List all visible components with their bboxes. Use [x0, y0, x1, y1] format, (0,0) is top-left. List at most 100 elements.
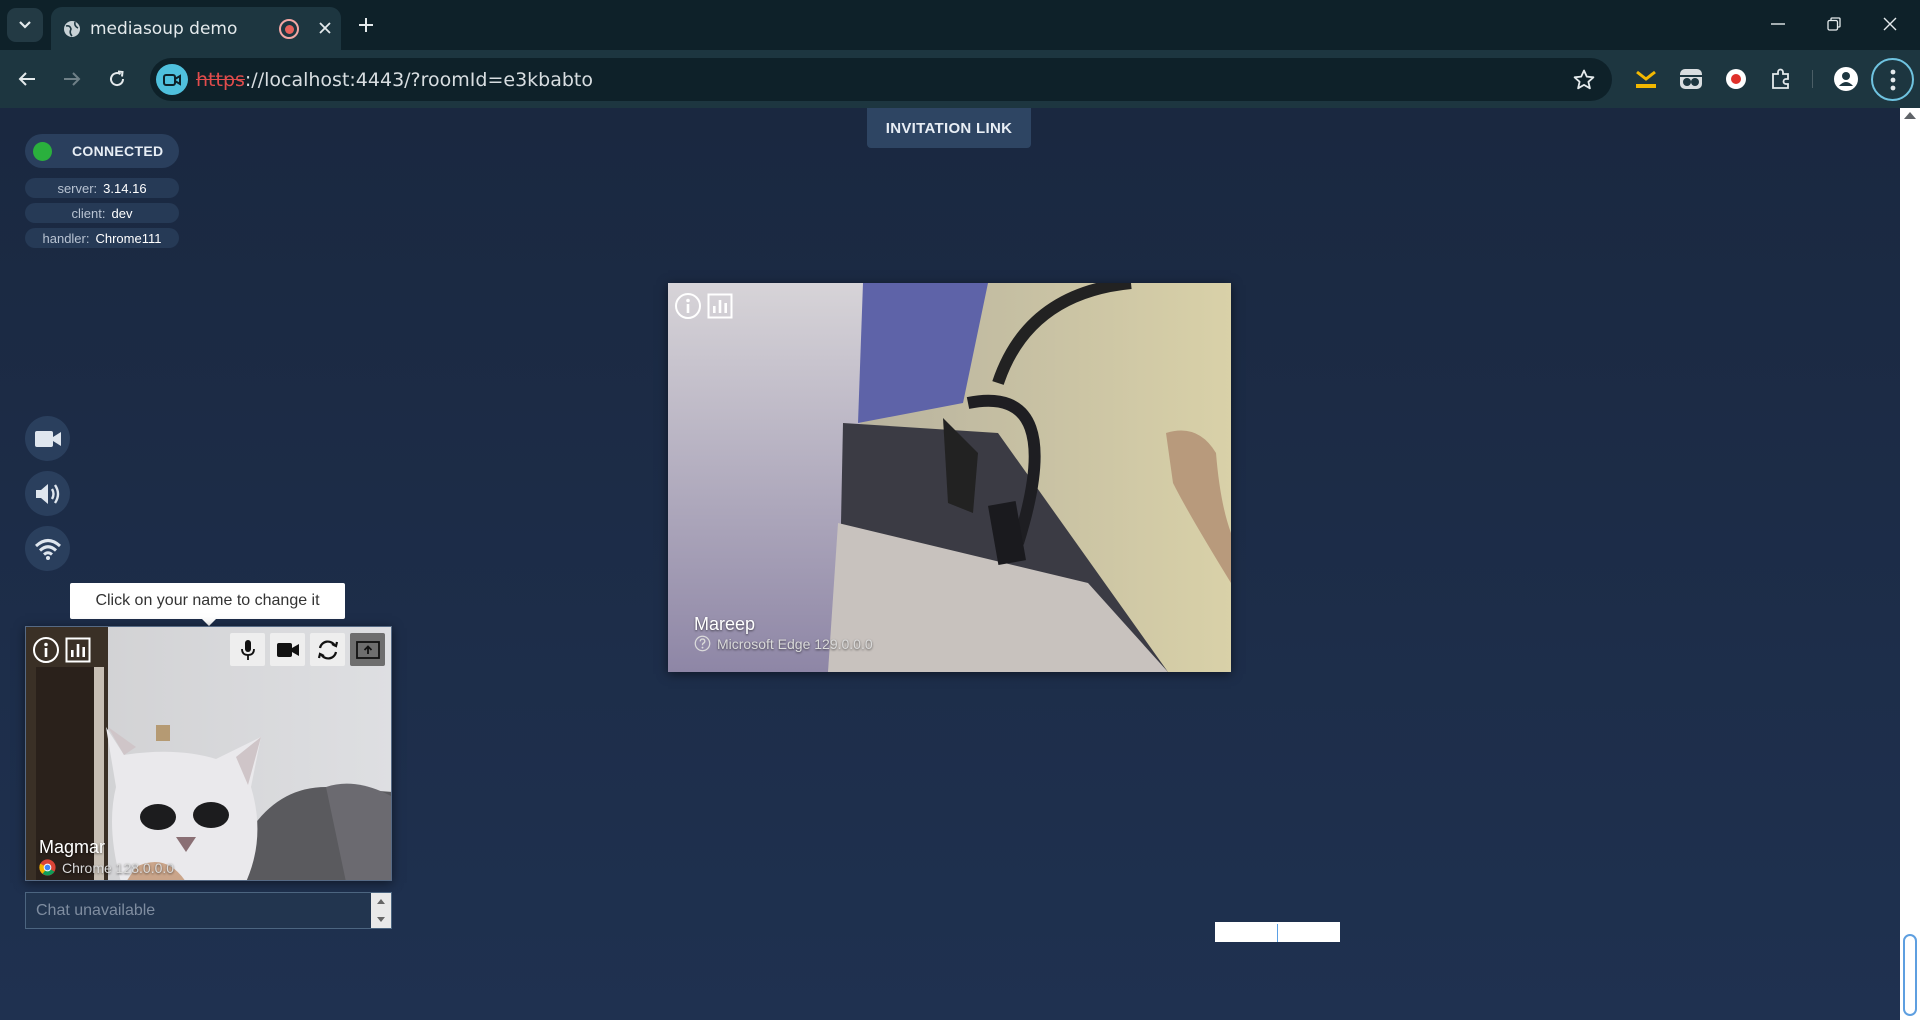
camera-toggle-button[interactable]: [25, 416, 70, 461]
webcam-icon: [276, 642, 299, 657]
caret-up-icon: [377, 899, 385, 905]
stats-button[interactable]: [63, 635, 93, 665]
share-screen-icon: [355, 640, 380, 659]
client-info: client: dev: [25, 203, 179, 223]
profile-button[interactable]: [1832, 65, 1860, 93]
mute-mic-button[interactable]: [230, 633, 265, 666]
remote-peer-browser: Microsoft Edge 129.0.0.0: [717, 635, 873, 652]
stats-button[interactable]: [705, 291, 735, 321]
glasses-extension-icon: [1680, 69, 1702, 89]
url-rest: ://localhost:4443/?roomId=e3kbabto: [244, 69, 593, 91]
close-window-button[interactable]: [1872, 9, 1908, 39]
restore-button[interactable]: [1816, 9, 1852, 39]
arrow-right-icon: [64, 72, 81, 86]
puzzle-icon: [1772, 68, 1789, 89]
remote-peer-name: Mareep: [694, 614, 756, 634]
info-button[interactable]: [673, 291, 703, 321]
switch-camera-icon: [317, 639, 338, 660]
download-extension-icon: [1636, 70, 1656, 88]
address-bar[interactable]: https://localhost:4443/?roomId=e3kbabto: [150, 58, 1612, 101]
camera-icon: [34, 430, 61, 447]
extension-download-button[interactable]: [1632, 65, 1660, 93]
minimize-button[interactable]: [1760, 9, 1796, 39]
caret-down-icon: [377, 916, 385, 922]
kebab-menu-icon: [1890, 69, 1895, 90]
switch-camera-button[interactable]: [310, 633, 345, 666]
browser-menu-button[interactable]: [1871, 58, 1914, 101]
minimize-icon: [1771, 23, 1785, 25]
info-icon: [33, 637, 59, 663]
globe-icon: [64, 21, 80, 37]
toggle-webcam-button[interactable]: [270, 633, 305, 666]
network-stats-button[interactable]: [25, 526, 70, 571]
avatar-icon: [1834, 67, 1858, 91]
speaker-icon: [35, 483, 59, 504]
chat-box: [25, 892, 392, 929]
url-text: https://localhost:4443/?roomId=e3kbabto: [196, 69, 593, 91]
local-peer-user-agent: Chrome 128.0.0.0: [39, 859, 174, 876]
remote-video-tile: Mareep Microsoft Edge 129.0.0.0: [668, 283, 1231, 672]
connection-status-badge: CONNECTED: [25, 134, 179, 168]
info-button[interactable]: [31, 635, 61, 665]
url-scheme: https: [196, 69, 245, 91]
new-tab-button[interactable]: [352, 11, 380, 39]
connection-status-text: CONNECTED: [72, 143, 164, 159]
back-button[interactable]: [12, 64, 42, 94]
restore-icon: [1827, 17, 1841, 31]
stats-chart-icon: [65, 637, 91, 663]
handler-version: Chrome111: [95, 230, 162, 246]
unknown-browser-icon: [694, 635, 711, 652]
share-screen-button[interactable]: [350, 633, 385, 666]
bookmark-star-icon[interactable]: [1572, 68, 1596, 92]
video-camera-icon: [163, 73, 181, 86]
bottom-panel-stub: [1215, 922, 1340, 942]
recording-indicator-icon: [279, 19, 299, 39]
extension-glasses-button[interactable]: [1677, 65, 1705, 93]
local-peer-browser: Chrome 128.0.0.0: [62, 859, 175, 876]
toolbar-separator: [1812, 70, 1813, 88]
extension-record-button[interactable]: [1722, 65, 1750, 93]
handler-info: handler: Chrome111: [25, 228, 179, 248]
info-icon: [675, 293, 701, 319]
chat-input[interactable]: [26, 893, 371, 928]
chat-spinner[interactable]: [371, 893, 391, 928]
connection-status-dot: [33, 142, 52, 161]
client-version: dev: [111, 205, 133, 221]
server-version: 3.14.16: [103, 180, 147, 196]
site-info-button[interactable]: [156, 64, 188, 95]
close-icon: [319, 22, 331, 34]
local-video-tile: Magmar Chrome 128.0.0.0: [25, 626, 392, 881]
chevron-down-icon: [19, 21, 31, 29]
remote-peer-user-agent: Microsoft Edge 129.0.0.0: [694, 635, 873, 652]
arrow-left-icon: [18, 72, 35, 86]
reload-icon: [110, 70, 125, 87]
forward-button[interactable]: [57, 64, 87, 94]
mic-icon: [240, 639, 255, 660]
room-page: INVITATION LINK CONNECTED server: 3.14.1…: [0, 108, 1900, 1020]
tab-search-button[interactable]: [7, 8, 43, 42]
scroll-thumb[interactable]: [1903, 934, 1917, 1016]
close-icon: [1883, 17, 1897, 31]
page-scrollbar[interactable]: [1900, 108, 1920, 1020]
rename-tooltip: Click on your name to change it: [70, 583, 345, 626]
server-info: server: 3.14.16: [25, 178, 179, 198]
browser-toolbar: https://localhost:4443/?roomId=e3kbabto: [0, 50, 1920, 108]
close-tab-button[interactable]: [313, 16, 337, 40]
reload-button[interactable]: [102, 64, 132, 94]
server-label: server:: [57, 180, 98, 196]
tab-strip: mediasoup demo: [0, 0, 1920, 50]
audio-toggle-button[interactable]: [25, 471, 70, 516]
client-label: client:: [71, 205, 106, 221]
stats-chart-icon: [707, 293, 733, 319]
plus-icon: [359, 18, 373, 32]
scroll-up-arrow-icon[interactable]: [1904, 112, 1916, 119]
tab-title: mediasoup demo: [90, 19, 238, 39]
invitation-link-button[interactable]: INVITATION LINK: [867, 108, 1031, 148]
tab-active[interactable]: mediasoup demo: [51, 7, 341, 50]
handler-label: handler:: [42, 230, 90, 246]
record-extension-icon: [1726, 69, 1746, 89]
wifi-icon: [34, 538, 61, 560]
extensions-button[interactable]: [1767, 65, 1795, 93]
local-peer-name[interactable]: Magmar: [39, 837, 105, 858]
chrome-logo-icon: [39, 859, 56, 876]
